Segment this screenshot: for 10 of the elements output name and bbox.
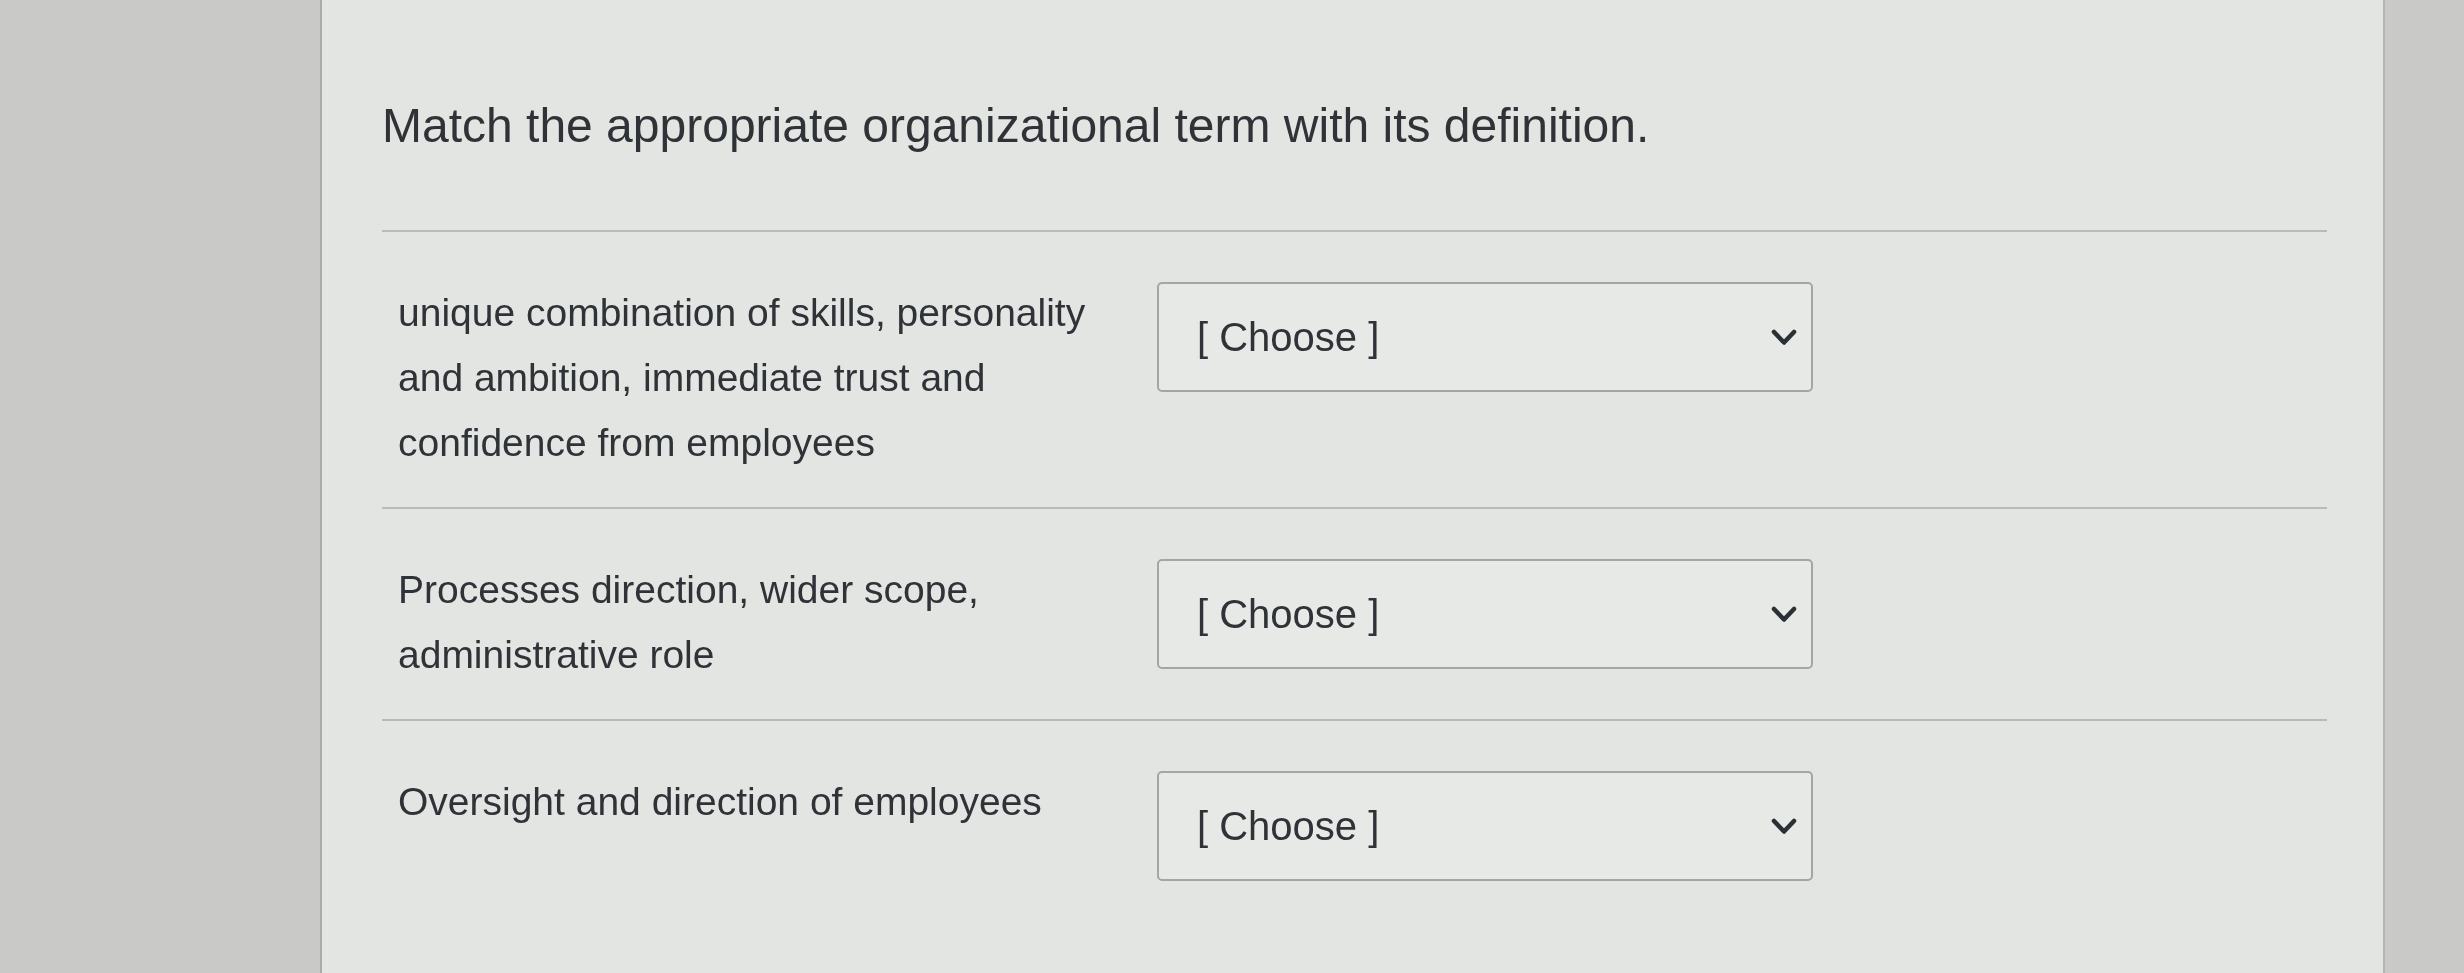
definition-text: Oversight and direction of employees (398, 779, 1043, 825)
answer-dropdown[interactable]: [ Choose ] (1157, 771, 1813, 881)
chevron-down-icon (1771, 817, 1797, 835)
question-prompt: Match the appropriate organizational term with its definition. (382, 98, 1651, 154)
answer-dropdown[interactable]: [ Choose ] (1157, 559, 1813, 669)
answer-dropdown[interactable]: [ Choose ] (1157, 282, 1813, 392)
definition-text: unique combination of skills, personality and ambition, immediate trust and confidence from employees (398, 290, 1087, 466)
definition-text: Processes direction, wider scope, administrative role (398, 567, 980, 678)
chevron-down-icon (1771, 328, 1797, 346)
chevron-down-icon (1771, 605, 1797, 623)
